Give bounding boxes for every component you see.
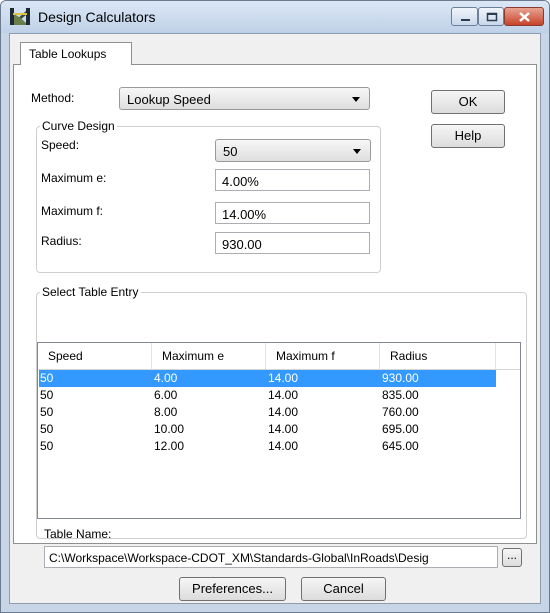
table-entry-list[interactable]: Speed Maximum e Maximum f Radius 50 4.00… [37, 342, 521, 519]
select-table-entry-legend: Select Table Entry [40, 285, 141, 299]
maximize-button[interactable] [478, 7, 504, 26]
cell-speed: 50 [40, 422, 54, 436]
method-value: Lookup Speed [127, 92, 211, 107]
minimize-icon [461, 19, 470, 21]
cell-radius: 695.00 [382, 422, 419, 436]
maximize-icon [486, 12, 498, 22]
column-header-maximum-f[interactable]: Maximum f [266, 343, 380, 369]
radius-field[interactable]: 930.00 [215, 232, 370, 254]
cell-maximum-e: 6.00 [154, 388, 178, 402]
cell-speed: 50 [40, 439, 54, 453]
browse-button[interactable]: ... [502, 548, 522, 567]
maximum-f-label: Maximum f: [41, 204, 104, 218]
maximum-f-field[interactable]: 14.00% [215, 202, 370, 224]
radius-label: Radius: [41, 234, 82, 248]
cell-maximum-e: 10.00 [154, 422, 185, 436]
preferences-button[interactable]: Preferences... [179, 577, 286, 601]
cell-radius: 760.00 [382, 405, 419, 419]
tab-table-lookups[interactable]: Table Lookups [20, 42, 132, 65]
table-row[interactable]: 50 12.00 14.00 645.00 [39, 438, 496, 455]
table-row[interactable]: 50 8.00 14.00 760.00 [39, 404, 496, 421]
column-header-speed[interactable]: Speed [38, 343, 152, 369]
cell-maximum-f: 14.00 [268, 422, 299, 436]
column-header-maximum-e[interactable]: Maximum e [152, 343, 266, 369]
cell-radius: 645.00 [382, 439, 419, 453]
dialog-client-area: Table Lookups Method: Lookup Speed OK He… [9, 33, 541, 604]
cell-maximum-f: 14.00 [268, 405, 299, 419]
cell-maximum-e: 12.00 [154, 439, 185, 453]
ok-button[interactable]: OK [431, 90, 505, 114]
close-button[interactable] [504, 7, 544, 26]
window-title: Design Calculators [38, 9, 156, 25]
close-icon [519, 12, 530, 22]
speed-dropdown[interactable]: 50 [215, 139, 371, 162]
cell-speed: 50 [40, 388, 54, 402]
cell-speed: 50 [40, 405, 54, 419]
title-bar[interactable]: Design Calculators [1, 1, 549, 33]
cell-maximum-e: 4.00 [154, 371, 178, 385]
cell-speed: 50 [40, 371, 54, 385]
maximum-e-field[interactable]: 4.00% [215, 169, 370, 191]
table-row[interactable]: 50 4.00 14.00 930.00 [39, 370, 496, 387]
cell-maximum-f: 14.00 [268, 371, 299, 385]
speed-label: Speed: [41, 138, 80, 152]
column-header-radius[interactable]: Radius [380, 343, 496, 369]
help-button[interactable]: Help [431, 124, 505, 148]
design-calculators-window: Design Calculators Table Lookups Method:… [0, 0, 550, 613]
cell-maximum-f: 14.00 [268, 439, 299, 453]
table-row[interactable]: 50 10.00 14.00 695.00 [39, 421, 496, 438]
speed-value: 50 [223, 144, 238, 159]
design-calculator-icon [10, 8, 30, 25]
table-name-label: Table Name: [44, 527, 112, 541]
cancel-button[interactable]: Cancel [301, 577, 386, 601]
minimize-button[interactable] [451, 7, 478, 26]
cell-maximum-e: 8.00 [154, 405, 178, 419]
table-row[interactable]: 50 6.00 14.00 835.00 [39, 387, 496, 404]
cell-radius: 835.00 [382, 388, 419, 402]
method-label: Method: [31, 91, 75, 105]
cell-radius: 930.00 [382, 371, 419, 385]
tab-label: Table Lookups [29, 47, 107, 61]
list-header: Speed Maximum e Maximum f Radius [38, 343, 520, 370]
curve-design-legend: Curve Design [40, 119, 117, 133]
cell-maximum-f: 14.00 [268, 388, 299, 402]
maximum-e-label: Maximum e: [41, 171, 107, 185]
chevron-down-icon [352, 97, 360, 102]
method-dropdown[interactable]: Lookup Speed [119, 87, 370, 110]
chevron-down-icon [353, 149, 361, 154]
table-name-field[interactable]: C:\Workspace\Workspace-CDOT_XM\Standards… [44, 546, 498, 568]
